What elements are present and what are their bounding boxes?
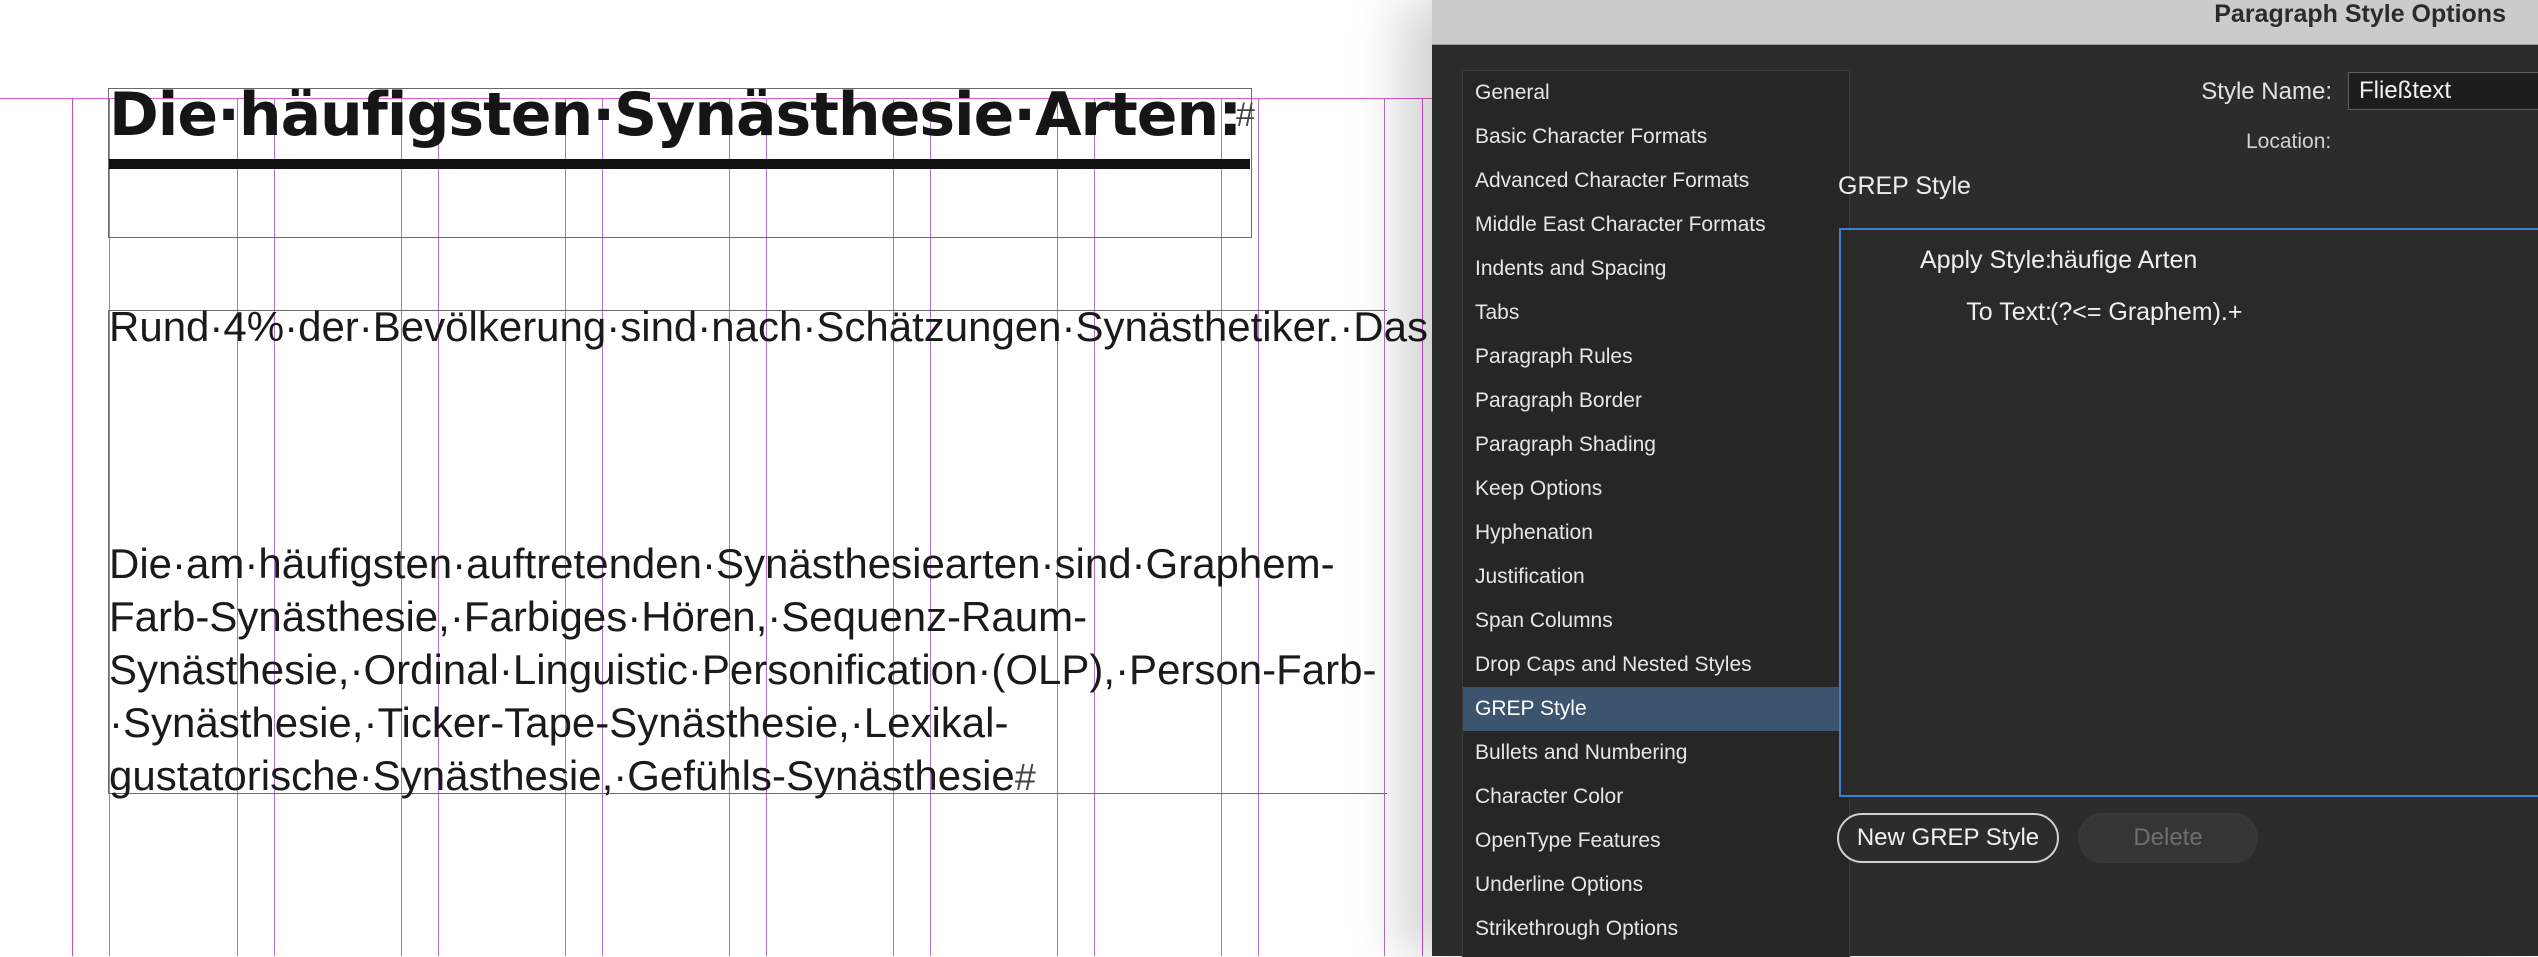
paragraph-style-options-dialog: Paragraph Style Options General Basic Ch… [1432, 0, 2538, 957]
apply-style-value[interactable]: häufige Arten [2050, 246, 2197, 275]
style-name-input[interactable]: Fließtext [2348, 72, 2538, 110]
category-item-grep-style[interactable]: GREP Style [1463, 687, 1849, 731]
apply-style-label: Apply Style: [1919, 246, 2052, 274]
new-grep-style-button[interactable]: New GREP Style [1837, 813, 2059, 863]
location-label: Location: [2246, 130, 2332, 153]
category-item-advanced-character-formats[interactable]: Advanced Character Formats [1463, 159, 1849, 203]
document-canvas[interactable]: Die·häufigsten·Synästhesie·Arten: # Rund… [0, 0, 1440, 956]
to-text-value[interactable]: (?<= Graphem).+ [2050, 298, 2242, 327]
body-paragraph-1[interactable]: Rund·4%·der·Bevölkerung·sind·nach·Schätz… [109, 300, 1440, 356]
category-item-span-columns[interactable]: Span Columns [1463, 599, 1849, 643]
column-guide [1422, 98, 1423, 956]
category-list[interactable]: General Basic Character Formats Advanced… [1462, 70, 1850, 957]
headline-paragraph-rule [109, 159, 1250, 169]
category-item-drop-caps-and-nested-styles[interactable]: Drop Caps and Nested Styles [1463, 643, 1849, 687]
category-item-middle-east-character-formats[interactable]: Middle East Character Formats [1463, 203, 1849, 247]
to-text-label: To Text: [1966, 298, 2052, 326]
category-item-strikethrough-options[interactable]: Strikethrough Options [1463, 907, 1849, 951]
category-item-paragraph-border[interactable]: Paragraph Border [1463, 379, 1849, 423]
category-item-keep-options[interactable]: Keep Options [1463, 467, 1849, 511]
category-item-tabs[interactable]: Tabs [1463, 291, 1849, 335]
story-end-mark: # [1236, 96, 1255, 134]
category-item-opentype-features[interactable]: OpenType Features [1463, 819, 1849, 863]
paragraph-text: Rund·4%·der·Bevölkerung·sind·nach·Schätz… [109, 303, 1440, 350]
category-item-character-color[interactable]: Character Color [1463, 775, 1849, 819]
story-end-mark: # [1014, 757, 1036, 799]
dialog-titlebar[interactable]: Paragraph Style Options [1432, 0, 2538, 45]
category-item-bullets-and-numbering[interactable]: Bullets and Numbering [1463, 731, 1849, 775]
category-item-basic-character-formats[interactable]: Basic Character Formats [1463, 115, 1849, 159]
category-item-underline-options[interactable]: Underline Options [1463, 863, 1849, 907]
style-name-label: Style Name: [2201, 78, 2332, 105]
category-item-indents-and-spacing[interactable]: Indents and Spacing [1463, 247, 1849, 291]
section-title: GREP Style [1838, 172, 1971, 200]
paragraph-text: Die·am·häufigsten·auftretenden·Synästhes… [109, 540, 1377, 799]
category-item-paragraph-shading[interactable]: Paragraph Shading [1463, 423, 1849, 467]
category-item-paragraph-rules[interactable]: Paragraph Rules [1463, 335, 1849, 379]
delete-button[interactable]: Delete [2078, 813, 2258, 863]
column-guide [72, 98, 73, 956]
body-paragraph-2[interactable]: Die·am·häufigsten·auftretenden·Synästhes… [109, 537, 1384, 805]
category-item-justification[interactable]: Justification [1463, 555, 1849, 599]
category-item-general[interactable]: General [1463, 71, 1849, 115]
dialog-title: Paragraph Style Options [2214, 0, 2506, 28]
headline-text[interactable]: Die·häufigsten·Synästhesie·Arten: [109, 78, 1242, 152]
category-item-hyphenation[interactable]: Hyphenation [1463, 511, 1849, 555]
